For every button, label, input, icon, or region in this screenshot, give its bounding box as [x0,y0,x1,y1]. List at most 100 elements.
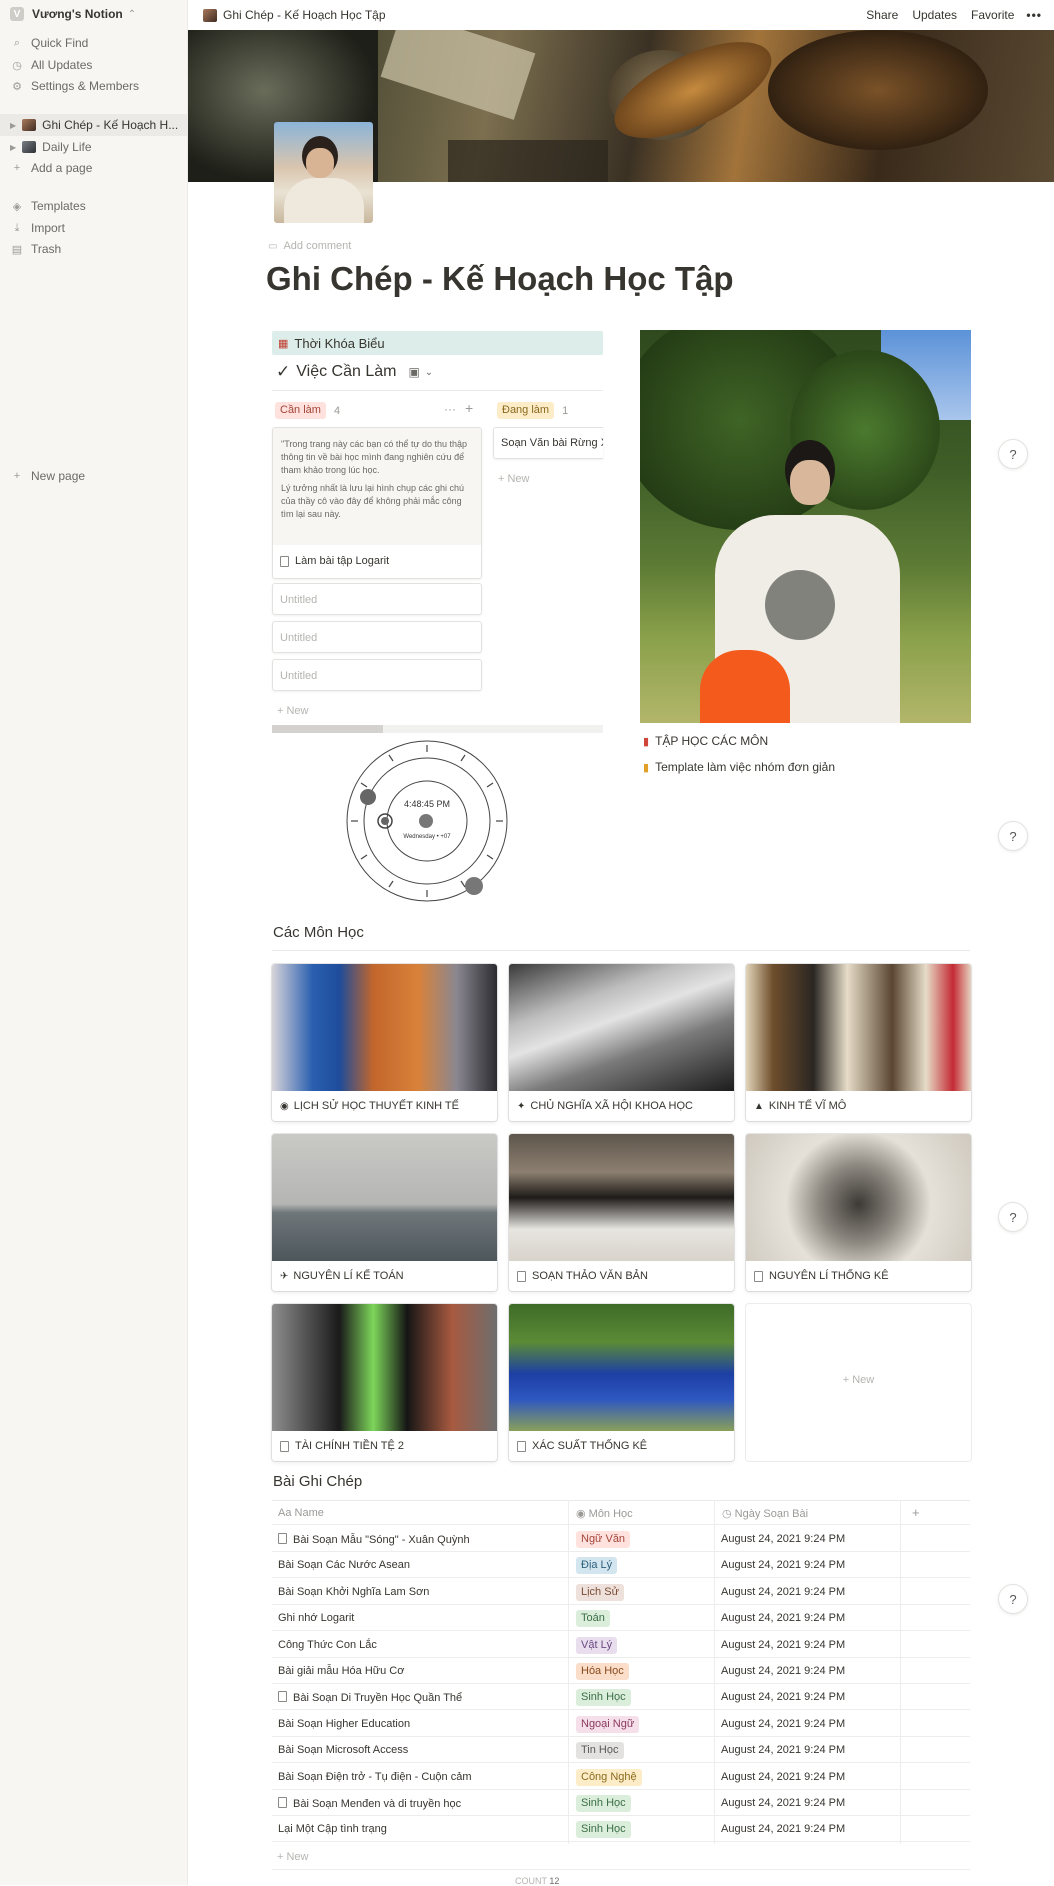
gallery-new-card[interactable]: + New [746,1304,971,1461]
board-card-untitled[interactable]: Untitled [272,583,482,615]
row-name[interactable]: Bài Soạn Các Nước Asean [278,1559,410,1571]
help-button[interactable]: ? [998,439,1028,469]
table-row[interactable]: Bài Soạn Mẫu "Sóng" - Xuân Quỳnh Ngữ Văn A… [272,1526,970,1552]
row-name[interactable]: Bài giải mẫu Hóa Hữu Cơ [278,1665,404,1677]
scrollbar-thumb[interactable] [272,725,383,733]
add-comment-button[interactable]: ▭ Add comment [268,240,351,252]
row-name[interactable]: Lại Một Cập tình trạng [278,1823,387,1835]
row-name[interactable]: Bài Soạn Menđen và di truyền học [278,1797,461,1810]
gallery-card[interactable]: SOẠN THẢO VĂN BẢN [509,1134,734,1291]
table-row[interactable]: Công Thức Con Lắc Vật Lý August 24, 2021 9… [272,1632,970,1658]
table-row[interactable]: Bài giải mẫu Hóa Hữu Cơ Hóa Học August 24,… [272,1658,970,1684]
help-button[interactable]: ? [998,1584,1028,1614]
board-title[interactable]: Việc Cần Làm [296,363,396,381]
gallery-card[interactable]: ✈ NGUYÊN LÍ KẾ TOÁN [272,1134,497,1291]
help-button[interactable]: ? [998,821,1028,851]
callout-label: Thời Khóa Biểu [294,335,385,351]
add-column-icon[interactable]: + [912,1505,920,1520]
horizontal-scrollbar[interactable] [272,725,603,733]
table-row[interactable]: Bài Soạn Higher Education Ngoại Ngữ August… [272,1711,970,1737]
row-name[interactable]: Công Thức Con Lắc [278,1639,377,1651]
status-tag[interactable]: Cần làm [275,402,326,419]
board-card-untitled[interactable]: Untitled [272,621,482,653]
gallery-card[interactable]: ✦ CHỦ NGHĨA XÃ HỘI KHOA HỌC [509,964,734,1121]
sidebar-page-ghi-chep[interactable]: ▶ Ghi Chép - Kế Hoạch H... [0,114,188,136]
subject-tag[interactable]: Công Nghệ [576,1768,642,1786]
workspace-switcher[interactable]: V Vương's Notion ⌃ [0,3,188,25]
row-name[interactable]: Bài Soạn Khởi Nghĩa Lam Sơn [278,1586,429,1598]
subject-tag[interactable]: Tin Học [576,1742,624,1760]
table-row[interactable]: Bài Soạn Các Nước Asean Địa Lý August 24, … [272,1552,970,1579]
subject-tag[interactable]: Hóa Học [576,1663,629,1680]
sidebar-templates[interactable]: ◈ Templates [0,195,188,217]
sidebar-item-all-updates[interactable]: ◷ All Updates [0,54,188,76]
row-name[interactable]: Bài Soạn Điện trở - Tụ điện - Cuộn cảm [278,1771,472,1783]
subject-tag[interactable]: Lịch Sử [576,1583,624,1601]
table-row[interactable]: Lại Một Cập tình trạng Sinh Học August 24,… [272,1816,970,1843]
row-name[interactable]: Ghi nhớ Logarit [278,1612,354,1624]
subject-tag[interactable]: Ngữ Văn [576,1531,631,1548]
row-name[interactable]: Bài Soạn Di Truyền Học Quần Thể [278,1691,462,1704]
table-row[interactable]: Bài Soạn Menđen và di truyền học Sinh Học… [272,1790,970,1816]
page-title[interactable]: Ghi Chép - Kế Hoạch Học Tập [266,260,734,298]
favorite-button[interactable]: Favorite [971,8,1014,22]
section-heading-subjects[interactable]: Các Môn Học [273,924,364,941]
gallery-card[interactable]: NGUYÊN LÍ THỐNG KÊ [746,1134,971,1291]
new-card-button-doing[interactable]: + New [498,473,530,485]
chevron-down-icon[interactable]: ⌄ [425,367,433,378]
status-tag[interactable]: Đang làm [497,402,555,419]
column-label: Name [294,1507,324,1519]
row-name[interactable]: Bài Soạn Microsoft Access [278,1744,408,1756]
section-heading-notes[interactable]: Bài Ghi Chép [273,1473,362,1490]
page-icon-photo[interactable] [274,122,373,223]
sidebar-trash[interactable]: ▤ Trash [0,238,188,260]
more-options-button[interactable]: ••• [1026,8,1042,22]
table-row[interactable]: Bài Soạn Điện trở - Tụ điện - Cuộn cảm Cô… [272,1764,970,1790]
row-date: August 24, 2021 9:24 PM [721,1770,846,1783]
new-page-button[interactable]: + New page [0,465,188,487]
sidebar-import[interactable]: ⤓ Import [0,217,188,239]
column-header-subject[interactable]: ◉ Môn Học [576,1507,633,1520]
gallery-card[interactable]: ▲ KINH TẾ VĨ MÔ [746,964,971,1121]
subject-tag[interactable]: Địa Lý [576,1557,618,1575]
row-date: August 24, 2021 9:24 PM [721,1823,846,1836]
link-template[interactable]: ▮ Template làm việc nhóm đơn giản [643,760,835,774]
row-name[interactable]: Bài Soạn Higher Education [278,1718,410,1730]
breadcrumb[interactable]: Ghi Chép - Kế Hoạch Học Tập [223,8,386,22]
subject-tag[interactable]: Vật Lý [576,1636,618,1654]
new-card-button[interactable]: + New [277,705,309,717]
link-tap-hoc[interactable]: ▮ TẬP HỌC CÁC MÔN [643,734,768,748]
column-header-date[interactable]: ◷ Ngày Soạn Bài [722,1507,808,1520]
subject-tag[interactable]: Sinh Học [576,1795,631,1812]
subject-tag[interactable]: Sinh Học [576,1821,631,1839]
new-row-button[interactable]: + New [277,1851,309,1863]
more-icon[interactable]: ··· [444,402,456,416]
subject-tag[interactable]: Sinh Học [576,1689,631,1707]
row-name[interactable]: Bài Soạn Mẫu "Sóng" - Xuân Quỳnh [278,1533,470,1546]
column-header-name[interactable]: Aa Name [278,1507,324,1519]
gallery-card[interactable]: XÁC SUẤT THỐNG KÊ [509,1304,734,1461]
table-row[interactable]: Ghi nhớ Logarit Toán August 24, 2021 9:24 … [272,1605,970,1632]
add-page-button[interactable]: + Add a page [0,157,188,179]
photo-embed[interactable] [640,330,971,723]
board-card-doing[interactable]: Soạn Văn bài Rừng X [493,427,603,459]
add-card-icon[interactable]: + [465,400,473,416]
help-button[interactable]: ? [998,1202,1028,1232]
sidebar-item-quick-find[interactable]: ⌕ Quick Find [0,32,188,54]
gallery-card[interactable]: ◉ LỊCH SỬ HỌC THUYẾT KINH TẾ [272,964,497,1121]
subject-tag[interactable]: Toán [576,1610,610,1628]
table-row[interactable]: Bài Soạn Di Truyền Học Quần Thể Sinh Học A… [272,1684,970,1711]
table-row[interactable]: Bài Soạn Microsoft Access Tin Học August 2… [272,1737,970,1764]
table-row[interactable]: Bài Soạn Khởi Nghĩa Lam Sơn Lịch Sử August… [272,1579,970,1605]
board-card-note[interactable]: "Trong trang này các bạn có thể tự do th… [272,427,482,579]
sidebar: V Vương's Notion ⌃ ⌕ Quick Find ◷ All Upda… [0,0,188,1885]
subject-tag[interactable]: Ngoại Ngữ [576,1715,640,1733]
updates-button[interactable]: Updates [912,8,957,22]
callout-thoi-khoa-bieu[interactable]: ▦ Thời Khóa Biểu [272,331,603,355]
sidebar-page-daily-life[interactable]: ▶ Daily Life [0,136,188,158]
board-card-untitled[interactable]: Untitled [272,659,482,691]
share-button[interactable]: Share [866,8,898,22]
board-view-icon[interactable]: ▣ [408,365,419,379]
sidebar-item-settings[interactable]: ⚙ Settings & Members [0,75,188,97]
gallery-card[interactable]: TÀI CHÍNH TIỀN TỆ 2 [272,1304,497,1461]
